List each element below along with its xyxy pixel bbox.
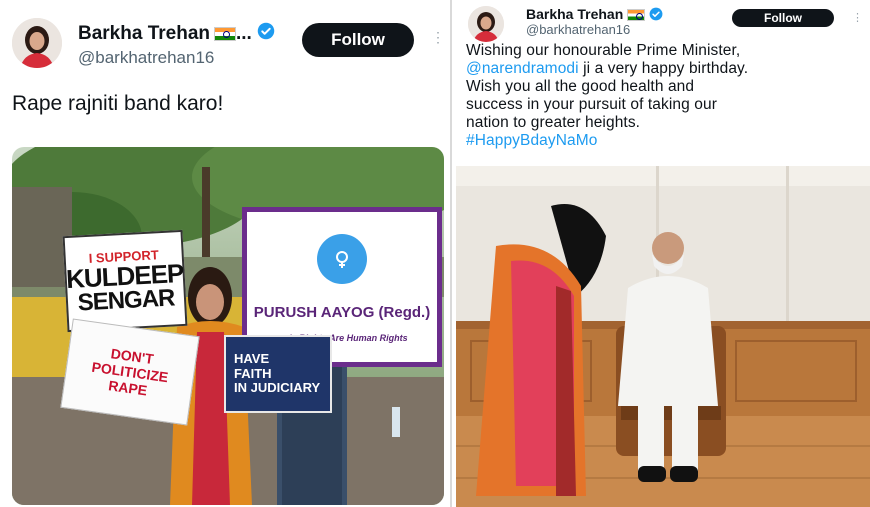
handle[interactable]: @barkhatrehan16	[78, 48, 214, 68]
placard-support-sengar: I SUPPORT KULDEEP SENGAR	[62, 229, 188, 333]
placard-faith-line3: IN JUDICIARY	[234, 380, 321, 396]
right-tweet-card: Barkha Trehan @barkhatrehan16 Follow ⋮ W…	[456, 0, 870, 507]
name-ellipsis: ...	[236, 23, 252, 44]
more-options-icon[interactable]: ⋮	[852, 13, 863, 24]
handle[interactable]: @barkhatrehan16	[526, 22, 630, 37]
placard-dont-politicize: DON'T POLITICIZE RAPE	[60, 318, 200, 426]
hashtag-link[interactable]: #HappyBdayNaMo	[466, 132, 748, 150]
avatar[interactable]	[468, 6, 504, 42]
tweet-line-2: @narendramodi ji a very happy birthday.	[466, 60, 748, 78]
tweet-text: Wishing our honourable Prime Minister, @…	[466, 42, 748, 150]
aayog-title: PURUSH AAYOG (Regd.)	[253, 304, 431, 321]
placard-faith-line2: FAITH	[234, 365, 272, 381]
more-options-icon[interactable]: ⋮	[431, 30, 445, 44]
tweet-text: Rape rajniti band karo!	[12, 92, 224, 115]
avatar[interactable]	[12, 18, 62, 68]
follow-button[interactable]: Follow	[302, 23, 414, 57]
placard-have-faith: HAVE FAITH IN JUDICIARY	[224, 335, 332, 413]
tweet-photo[interactable]: I SUPPORT KULDEEP SENGAR DON'T POLITICIZ…	[12, 147, 444, 505]
mention-link[interactable]: @narendramodi	[466, 60, 579, 77]
tweet-line-4: success in your pursuit of taking our	[466, 96, 717, 113]
tweet-line-5: nation to greater heights.	[466, 114, 641, 131]
tweet-line-3: Wish you all the good health and	[466, 78, 695, 95]
tweet-line-1: Wishing our honourable Prime Minister,	[466, 42, 741, 59]
display-name[interactable]: Barkha Trehan	[78, 23, 210, 44]
placard-faith-line1: HAVE	[234, 350, 270, 366]
tweet-photo[interactable]	[456, 166, 870, 507]
tweet-line-2-rest: ji a very happy birthday.	[578, 60, 749, 77]
display-name-row[interactable]: Barkha Trehan...	[78, 22, 275, 46]
left-tweet-card: Barkha Trehan... @barkhatrehan16 Follow …	[0, 0, 452, 507]
aayog-logo-icon	[317, 234, 367, 284]
placard-support-line3: SENGAR	[77, 283, 175, 316]
verified-badge-icon	[649, 7, 663, 24]
meeting-photo-scene	[456, 166, 870, 507]
india-flag-icon	[627, 9, 646, 22]
india-flag-icon	[214, 27, 236, 41]
verified-badge-icon	[257, 22, 275, 46]
display-name[interactable]: Barkha Trehan	[526, 6, 623, 22]
follow-button[interactable]: Follow	[732, 9, 834, 27]
